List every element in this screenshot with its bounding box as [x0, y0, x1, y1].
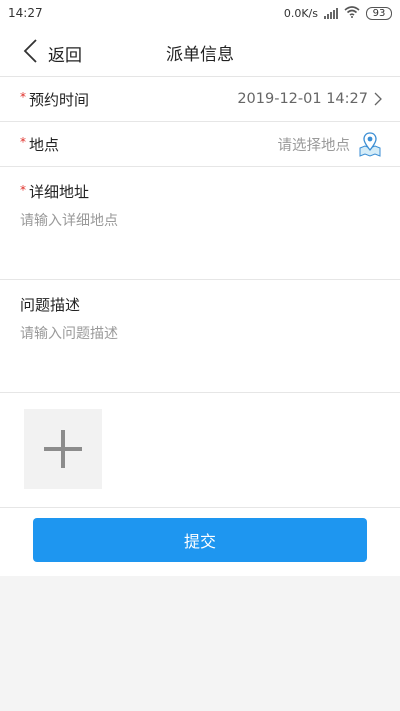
- header: 返回 派单信息: [0, 28, 400, 77]
- screen: 14:27 0.0K/s 93 返回 派单信息 * 预约时间 2019-12-0…: [0, 0, 400, 711]
- detail-address-label-group: * 详细地址: [20, 167, 380, 202]
- network-speed: 0.0K/s: [283, 7, 318, 20]
- battery-indicator: 93: [366, 7, 392, 20]
- required-mark: *: [20, 90, 26, 104]
- appointment-time-value-group: 2019-12-01 14:27: [237, 91, 382, 107]
- location-pin-icon[interactable]: [358, 131, 382, 157]
- detail-address-input[interactable]: [20, 210, 370, 260]
- location-label-group: * 地点: [20, 134, 59, 155]
- signal-icon: [324, 8, 338, 19]
- submit-area: 提交: [0, 508, 400, 576]
- detail-address-block: * 详细地址: [0, 167, 400, 280]
- detail-address-label: 详细地址: [29, 183, 90, 201]
- add-photo-button[interactable]: [24, 409, 102, 489]
- photo-upload-area: [0, 393, 400, 508]
- status-bar: 14:27 0.0K/s 93: [0, 0, 400, 28]
- chevron-right-icon: [374, 92, 382, 106]
- appointment-time-label-group: * 预约时间: [20, 89, 89, 110]
- submit-button[interactable]: 提交: [33, 518, 367, 562]
- location-placeholder: 请选择地点: [277, 137, 351, 154]
- problem-description-label: 问题描述: [20, 296, 81, 314]
- location-label: 地点: [29, 135, 60, 154]
- status-icons: 0.0K/s 93: [284, 6, 392, 21]
- wifi-icon: [344, 6, 360, 21]
- page-title: 派单信息: [166, 45, 234, 65]
- status-time: 14:27: [8, 6, 43, 20]
- dispatch-form: * 预约时间 2019-12-01 14:27 * 地点 请选择地点 * 详细地…: [0, 77, 400, 576]
- location-picker: 请选择地点: [278, 131, 383, 157]
- required-mark: *: [20, 182, 26, 197]
- appointment-time-value: 2019-12-01 14:27: [237, 91, 368, 107]
- problem-description-block: 问题描述: [0, 280, 400, 393]
- required-mark: *: [20, 135, 26, 149]
- appointment-time-label: 预约时间: [29, 90, 90, 109]
- location-row[interactable]: * 地点 请选择地点: [0, 122, 400, 167]
- appointment-time-row[interactable]: * 预约时间 2019-12-01 14:27: [0, 77, 400, 122]
- problem-description-input[interactable]: [20, 323, 370, 373]
